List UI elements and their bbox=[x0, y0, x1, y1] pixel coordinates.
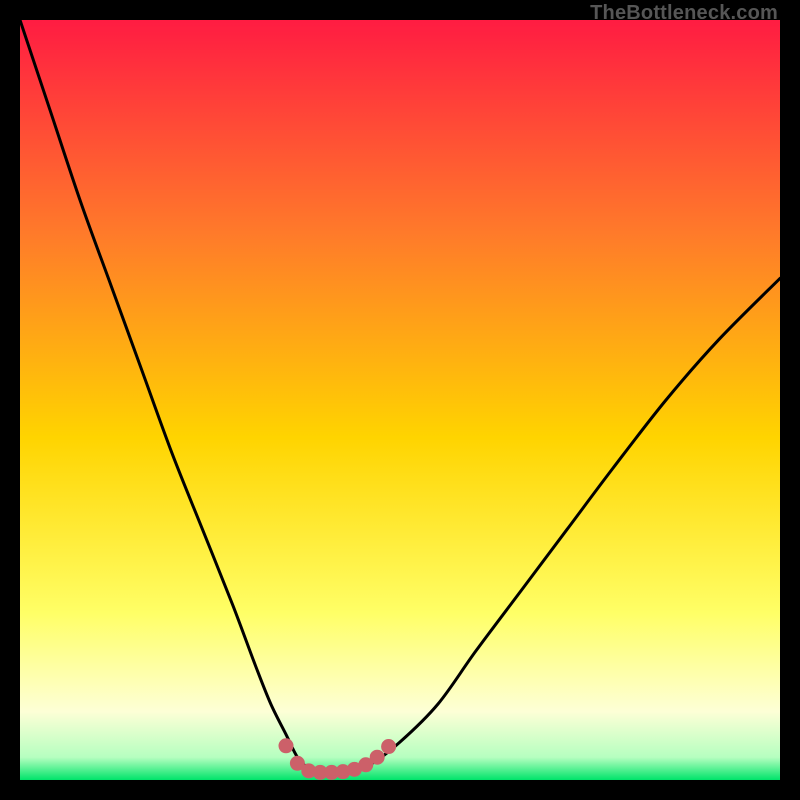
marker-dot bbox=[370, 750, 385, 765]
watermark-text: TheBottleneck.com bbox=[590, 2, 778, 25]
chart-frame: TheBottleneck.com bbox=[0, 0, 800, 800]
plot-area bbox=[20, 20, 780, 780]
marker-dot bbox=[279, 738, 294, 753]
plot-svg bbox=[20, 20, 780, 780]
marker-dot bbox=[381, 739, 396, 754]
